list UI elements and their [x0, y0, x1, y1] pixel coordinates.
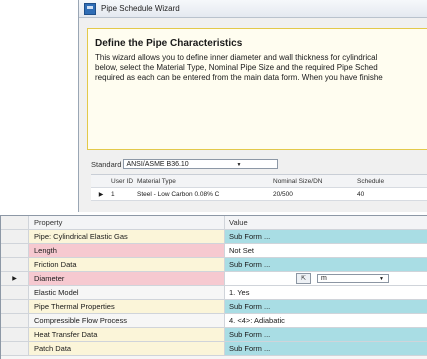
property-row[interactable]: Pipe: Cylindrical Elastic Gas Sub Form .… [1, 230, 427, 244]
cell-user-id[interactable]: 1 [111, 191, 137, 198]
property-grid: Property Value Pipe: Cylindrical Elastic… [0, 215, 427, 359]
wizard-title: Pipe Schedule Wizard [101, 4, 180, 13]
standard-select[interactable]: ANSI/ASME B36.10 ▼ [123, 159, 279, 169]
property-value[interactable]: Sub Form ... [225, 230, 427, 243]
property-value-editor: ⇱ m ▼ [225, 272, 427, 285]
cell-material-type[interactable]: Steel - Low Carbon 0.08% C [137, 191, 273, 198]
property-value[interactable]: 4. <4>: Adiabatic [225, 314, 427, 327]
row-selector [1, 286, 29, 299]
property-name: Pipe Thermal Properties [29, 300, 225, 313]
row-selector [1, 258, 29, 271]
column-header-user-id[interactable]: User ID [111, 178, 137, 185]
row-selector [1, 342, 29, 355]
material-grid: User ID Material Type Nominal Size/DN Sc… [91, 174, 427, 201]
property-row[interactable]: Length Not Set [1, 244, 427, 258]
wizard-heading: Define the Pipe Characteristics [95, 38, 243, 49]
property-row[interactable]: Patch Data Sub Form ... [1, 342, 427, 356]
chevron-down-icon: ▼ [236, 162, 242, 168]
unit-select[interactable]: m ▼ [317, 274, 389, 283]
property-row[interactable]: Compressible Flow Process 4. <4>: Adiaba… [1, 314, 427, 328]
row-selector [1, 230, 29, 243]
standard-value: ANSI/ASME B36.10 [126, 160, 189, 168]
column-header-value[interactable]: Value [225, 216, 427, 229]
property-value[interactable]: Sub Form ... [225, 258, 427, 271]
column-header-material-type[interactable]: Material Type [137, 178, 273, 185]
unit-value: m [321, 275, 327, 282]
description-line: required as each can be entered from the… [95, 73, 383, 82]
cell-nominal-size[interactable]: 20/500 [273, 191, 357, 198]
column-header-nominal-size[interactable]: Nominal Size/DN [273, 178, 357, 185]
grid-header: User ID Material Type Nominal Size/DN Sc… [91, 175, 427, 188]
property-name: Length [29, 244, 225, 257]
property-name: Pipe: Cylindrical Elastic Gas [29, 230, 225, 243]
row-pointer-icon: ▶ [98, 191, 104, 198]
description-line: below, select the Material Type, Nominal… [95, 63, 378, 72]
wizard-description: This wizard allows you to define inner d… [95, 53, 425, 83]
column-header-property[interactable]: Property [29, 216, 225, 229]
row-selector [1, 314, 29, 327]
row-selector-header [1, 216, 29, 229]
standard-label: Standard [91, 159, 122, 169]
property-row[interactable]: Friction Data Sub Form ... [1, 258, 427, 272]
property-grid-header: Property Value [1, 216, 427, 230]
pipe-schedule-wizard-window: Pipe Schedule Wizard Define the Pipe Cha… [78, 0, 427, 212]
wizard-intro-panel: Define the Pipe Characteristics This wiz… [87, 28, 427, 150]
cell-schedule[interactable]: 40 [357, 191, 417, 198]
property-row[interactable]: Elastic Model 1. Yes [1, 286, 427, 300]
property-value[interactable]: Sub Form ... [225, 342, 427, 355]
row-selector [1, 244, 29, 257]
arrow-expand-icon[interactable]: ⇱ [296, 273, 311, 284]
property-value[interactable]: Not Set [225, 244, 427, 257]
standard-row: Standard ANSI/ASME B36.10 ▼ [91, 159, 279, 169]
property-value[interactable]: Sub Form ... [225, 328, 427, 341]
property-name: Friction Data [29, 258, 225, 271]
property-name: Heat Transfer Data [29, 328, 225, 341]
table-row[interactable]: ▶ 1 Steel - Low Carbon 0.08% C 20/500 40 [91, 188, 427, 201]
property-row[interactable]: Pipe Thermal Properties Sub Form ... [1, 300, 427, 314]
property-value[interactable]: Sub Form ... [225, 300, 427, 313]
property-value[interactable]: 1. Yes [225, 286, 427, 299]
property-row[interactable]: Heat Transfer Data Sub Form ... [1, 328, 427, 342]
property-row-selected[interactable]: ▶ Diameter ⇱ m ▼ [1, 272, 427, 286]
property-name: Compressible Flow Process [29, 314, 225, 327]
app-icon [84, 2, 96, 15]
wizard-titlebar: Pipe Schedule Wizard [79, 0, 427, 18]
row-pointer-icon: ▶ [1, 272, 29, 285]
property-name: Diameter [29, 272, 225, 285]
column-header-schedule[interactable]: Schedule [357, 178, 417, 185]
chevron-down-icon: ▼ [379, 276, 384, 282]
property-name: Patch Data [29, 342, 225, 355]
property-name: Elastic Model [29, 286, 225, 299]
row-selector [1, 328, 29, 341]
description-line: This wizard allows you to define inner d… [95, 53, 378, 62]
row-selector [1, 300, 29, 313]
